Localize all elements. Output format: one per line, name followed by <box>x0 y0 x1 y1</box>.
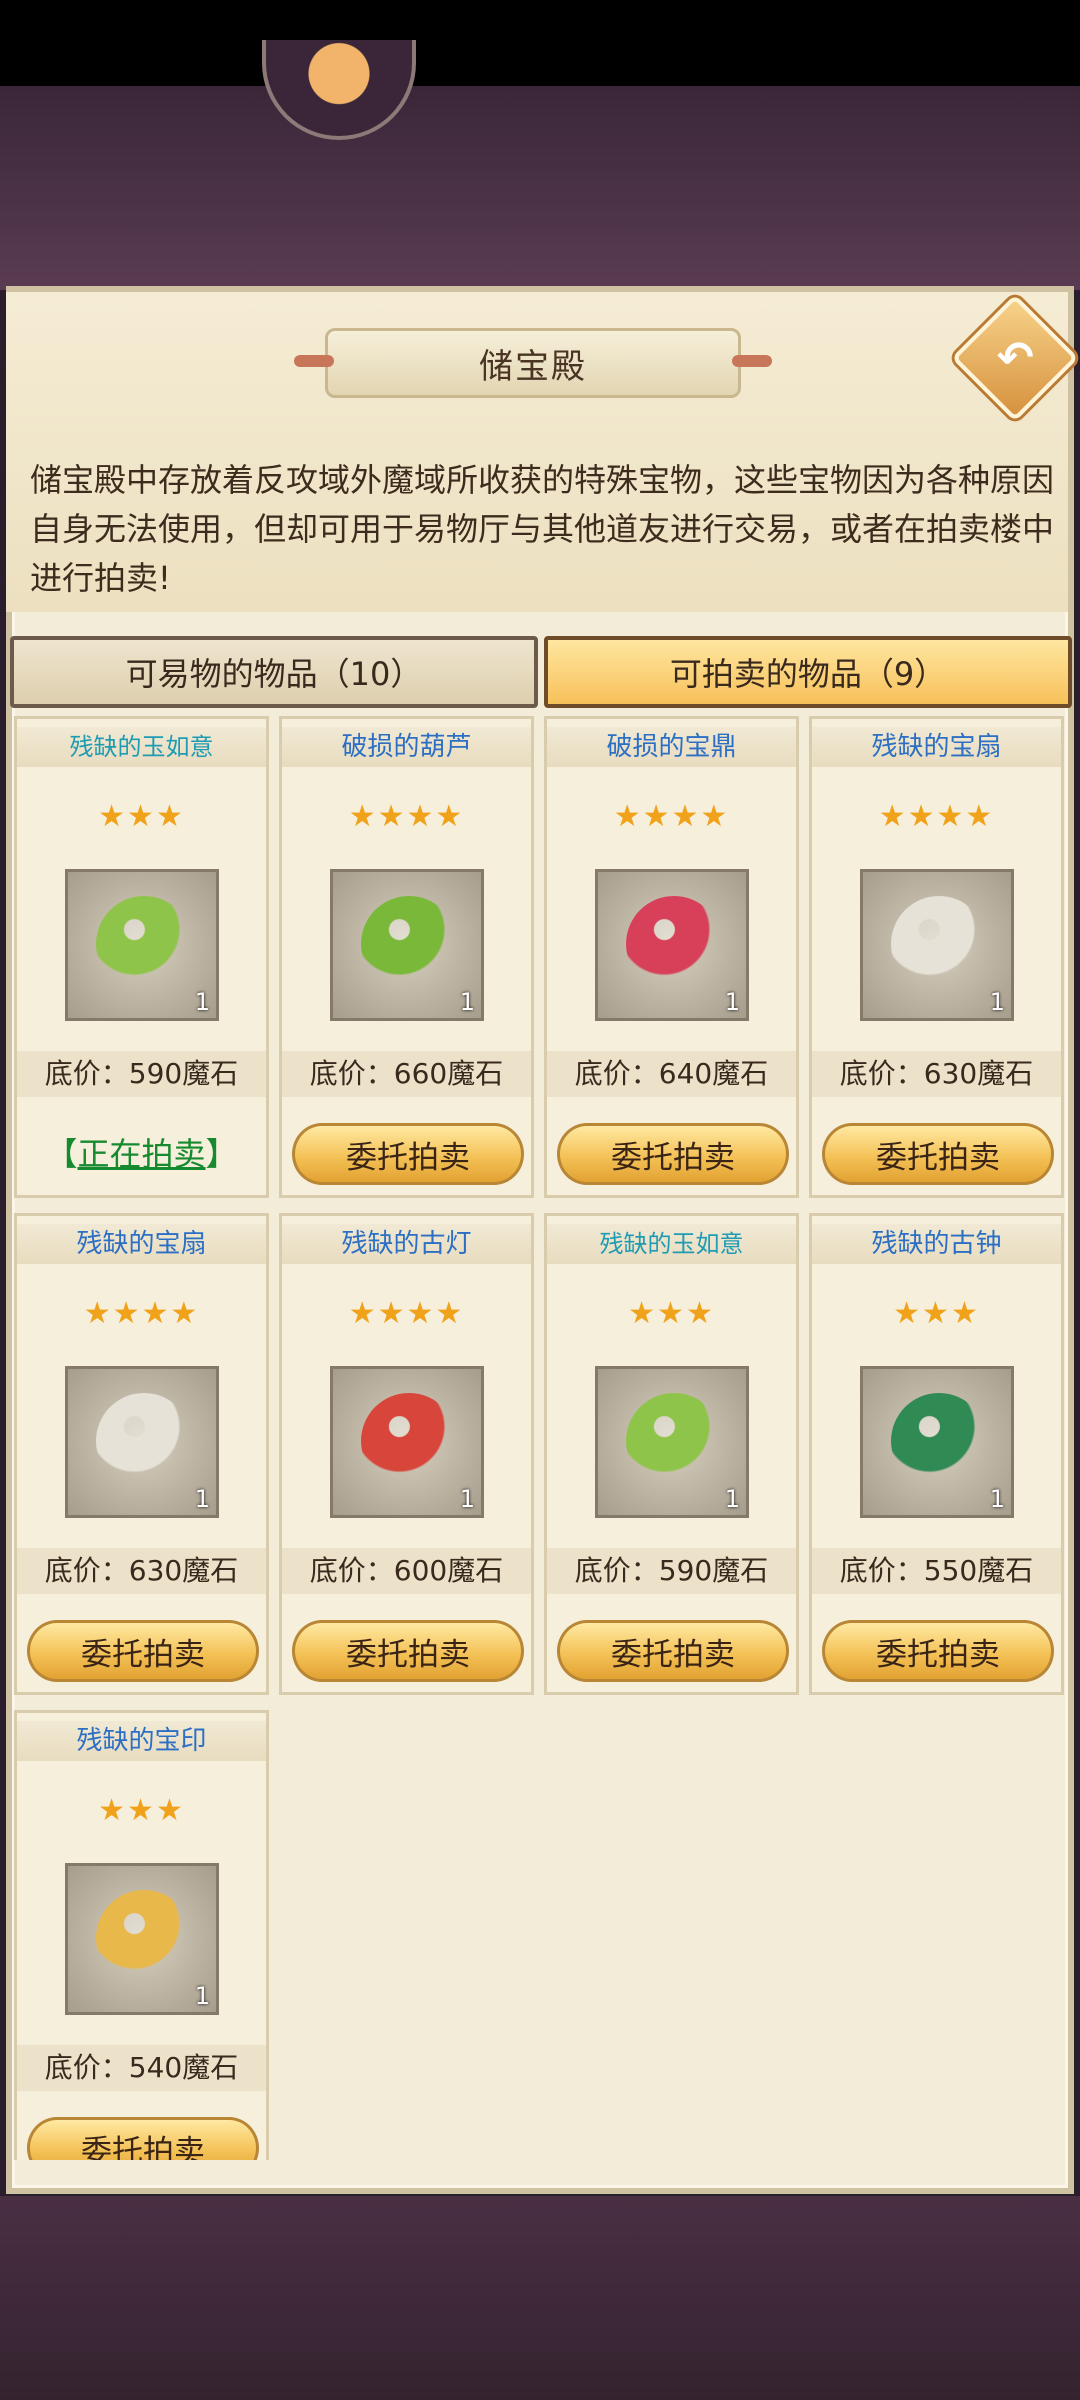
item-reserve-price: 底价：630魔石 <box>812 1051 1061 1097</box>
back-arrow-icon: ↶ <box>996 332 1034 383</box>
item-slot[interactable]: 1 <box>330 1366 484 1518</box>
item-card[interactable]: 残缺的古灯 ★★★★ 1 底价：600魔石委托拍卖 <box>279 1213 534 1695</box>
item-stars: ★★★ <box>98 799 185 834</box>
jade-ruyi-icon <box>96 896 192 992</box>
item-card[interactable]: 残缺的玉如意 ★★★ 1 底价：590魔石 【正在拍卖】 <box>14 716 269 1198</box>
item-quantity: 1 <box>459 1485 475 1513</box>
item-name: 残缺的玉如意 <box>17 727 266 767</box>
consign-auction-button[interactable]: 委托拍卖 <box>557 1620 789 1682</box>
description-text: 储宝殿中存放着反攻域外魔域所收获的特殊宝物，这些宝物因为各种原因自身无法使用，但… <box>30 461 1055 597</box>
item-card[interactable]: 残缺的宝扇 ★★★★ 1 底价：630魔石委托拍卖 <box>14 1213 269 1695</box>
item-quantity: 1 <box>459 988 475 1016</box>
fan-icon <box>891 896 987 992</box>
item-slot[interactable]: 1 <box>595 1366 749 1518</box>
consign-auction-button[interactable]: 委托拍卖 <box>292 1620 524 1682</box>
item-reserve-price: 底价：640魔石 <box>547 1051 796 1097</box>
page-title: 储宝殿 <box>479 346 587 387</box>
item-stars: ★★★★ <box>348 1296 465 1331</box>
item-reserve-price: 底价：590魔石 <box>547 1548 796 1594</box>
item-slot[interactable]: 1 <box>860 1366 1014 1518</box>
item-name: 破损的宝鼎 <box>547 727 796 767</box>
item-stars: ★★★ <box>628 1296 715 1331</box>
background-top <box>0 86 1080 290</box>
item-slot[interactable]: 1 <box>65 869 219 1021</box>
seal-icon <box>96 1890 192 1986</box>
gourd-icon <box>361 896 457 992</box>
auction-status-link[interactable]: 正在拍卖 <box>77 1135 205 1173</box>
background-bottom <box>0 2196 1080 2400</box>
consign-auction-button[interactable]: 委托拍卖 <box>822 1123 1054 1185</box>
status-bar <box>0 0 1080 86</box>
status-bracket-right: 】 <box>205 1135 238 1173</box>
item-quantity: 1 <box>724 988 740 1016</box>
item-quantity: 1 <box>724 1485 740 1513</box>
bell-icon <box>891 1393 987 1489</box>
consign-auction-button[interactable]: 委托拍卖 <box>27 2117 259 2160</box>
item-card[interactable]: 残缺的宝印 ★★★ 1 底价：540魔石 委托拍卖 <box>14 1710 269 2160</box>
fan-icon <box>96 1393 192 1489</box>
item-quantity: 1 <box>194 988 210 1016</box>
item-reserve-price: 底价：600魔石 <box>282 1548 531 1594</box>
item-reserve-price: 底价：550魔石 <box>812 1548 1061 1594</box>
item-card[interactable]: 残缺的玉如意 ★★★ 1 底价：590魔石委托拍卖 <box>544 1213 799 1695</box>
tab-auctionable-items[interactable]: 可拍卖的物品（9） <box>544 636 1072 708</box>
item-name: 残缺的玉如意 <box>547 1224 796 1264</box>
item-reserve-price: 底价：630魔石 <box>17 1548 266 1594</box>
item-quantity: 1 <box>989 988 1005 1016</box>
consign-auction-button[interactable]: 委托拍卖 <box>822 1620 1054 1682</box>
auction-status: 【正在拍卖】 <box>17 1123 266 1185</box>
item-slot[interactable]: 1 <box>595 869 749 1021</box>
item-card[interactable]: 破损的葫芦 ★★★★ 1 底价：660魔石委托拍卖 <box>279 716 534 1198</box>
tab-tradeable-items[interactable]: 可易物的物品（10） <box>10 636 538 708</box>
item-stars: ★★★★ <box>83 1296 200 1331</box>
item-grid: 残缺的玉如意 ★★★ 1 底价：590魔石 【正在拍卖】 破损的葫芦 ★★★★ 1 … <box>0 716 1080 2160</box>
item-slot[interactable]: 1 <box>860 869 1014 1021</box>
consign-auction-button[interactable]: 委托拍卖 <box>27 1620 259 1682</box>
cauldron-icon <box>626 896 722 992</box>
item-stars: ★★★ <box>98 1793 185 1828</box>
item-stars: ★★★★ <box>878 799 995 834</box>
lantern-icon <box>361 1393 457 1489</box>
item-card[interactable]: 破损的宝鼎 ★★★★ 1 底价：640魔石委托拍卖 <box>544 716 799 1198</box>
item-name: 破损的葫芦 <box>282 727 531 767</box>
item-reserve-price: 底价：540魔石 <box>17 2045 266 2091</box>
item-stars: ★★★★ <box>348 799 465 834</box>
item-stars: ★★★★ <box>613 799 730 834</box>
item-name: 残缺的古灯 <box>282 1224 531 1264</box>
item-card[interactable]: 残缺的古钟 ★★★ 1 底价：550魔石委托拍卖 <box>809 1213 1064 1695</box>
item-slot[interactable]: 1 <box>65 1863 219 2015</box>
item-card[interactable]: 残缺的宝扇 ★★★★ 1 底价：630魔石委托拍卖 <box>809 716 1064 1198</box>
consign-auction-button[interactable]: 委托拍卖 <box>292 1123 524 1185</box>
item-reserve-price: 底价：590魔石 <box>17 1051 266 1097</box>
item-name: 残缺的宝扇 <box>812 727 1061 767</box>
item-quantity: 1 <box>989 1485 1005 1513</box>
item-quantity: 1 <box>194 1485 210 1513</box>
item-quantity: 1 <box>194 1982 210 2010</box>
item-name: 残缺的宝印 <box>17 1721 266 1761</box>
item-stars: ★★★ <box>893 1296 980 1331</box>
item-reserve-price: 底价：660魔石 <box>282 1051 531 1097</box>
title-plate: 储宝殿 <box>294 328 772 398</box>
item-name: 残缺的古钟 <box>812 1224 1061 1264</box>
status-bracket-left: 【 <box>45 1135 78 1173</box>
item-slot[interactable]: 1 <box>330 869 484 1021</box>
item-slot[interactable]: 1 <box>65 1366 219 1518</box>
jade-ruyi-icon <box>626 1393 722 1489</box>
consign-auction-button[interactable]: 委托拍卖 <box>557 1123 789 1185</box>
tab-bar: 可易物的物品（10） 可拍卖的物品（9） <box>10 636 1072 710</box>
item-name: 残缺的宝扇 <box>17 1224 266 1264</box>
